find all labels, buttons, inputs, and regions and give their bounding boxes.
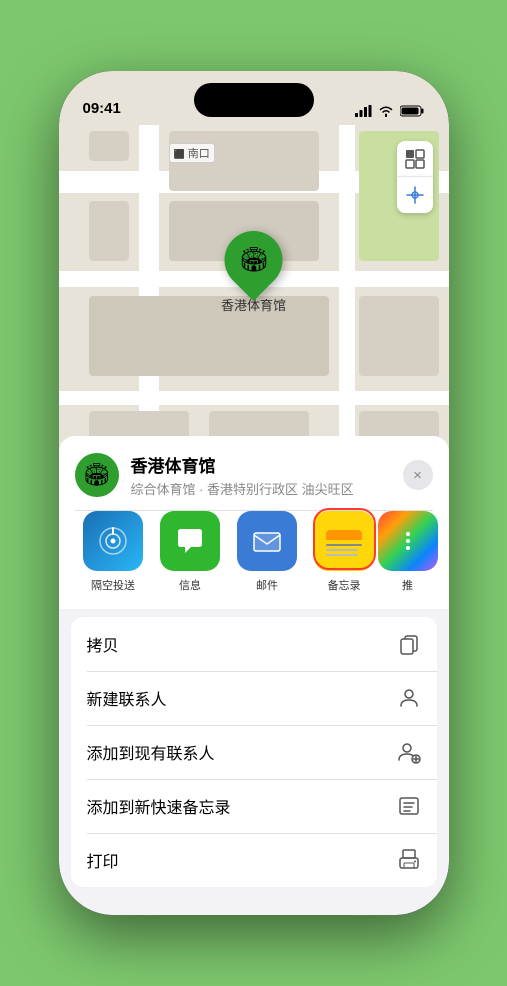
pin-circle: 🏟 xyxy=(212,219,294,301)
action-print-label: 打印 xyxy=(87,848,119,872)
action-quick-note[interactable]: 添加到新快速备忘录 xyxy=(71,779,437,833)
wifi-icon xyxy=(378,105,394,117)
bottom-sheet: 🏟 香港体育馆 综合体育馆 · 香港特别行政区 油尖旺区 × xyxy=(59,436,449,915)
share-item-mail[interactable]: 邮件 xyxy=(229,511,306,593)
dynamic-island xyxy=(194,83,314,117)
airdrop-label: 隔空投送 xyxy=(91,577,135,593)
share-row: 隔空投送 信息 xyxy=(75,511,433,609)
phone-frame: 09:41 xyxy=(59,71,449,915)
more-label: 推 xyxy=(402,577,413,593)
map-area: ⬛ 南口 xyxy=(59,71,449,491)
messages-icon xyxy=(160,511,220,571)
person-add-icon xyxy=(397,740,421,764)
share-item-more[interactable]: 推 xyxy=(383,511,433,593)
map-controls xyxy=(397,141,433,213)
action-print[interactable]: 打印 xyxy=(71,833,437,887)
person-icon xyxy=(397,686,421,710)
action-new-contact[interactable]: 新建联系人 xyxy=(71,671,437,725)
phone-screen: 09:41 xyxy=(59,71,449,915)
map-label-icon: ⬛ xyxy=(174,149,185,159)
location-button[interactable] xyxy=(397,177,433,213)
mail-icon xyxy=(237,511,297,571)
messages-label: 信息 xyxy=(179,577,201,593)
location-info: 香港体育馆 综合体育馆 · 香港特别行政区 油尖旺区 xyxy=(131,452,403,498)
action-new-contact-label: 新建联系人 xyxy=(87,686,167,710)
memo-icon xyxy=(397,794,421,818)
mail-label: 邮件 xyxy=(256,577,278,593)
battery-icon xyxy=(400,105,425,117)
location-pin: 🏟 香港体育馆 xyxy=(221,231,286,314)
signal-icon xyxy=(355,105,372,117)
action-add-contact-label: 添加到现有联系人 xyxy=(87,740,215,764)
map-view-button[interactable] xyxy=(397,141,433,177)
action-copy-label: 拷贝 xyxy=(87,632,119,656)
location-icon: 🏟 xyxy=(75,453,119,497)
more-dots xyxy=(406,532,410,550)
location-card: 🏟 香港体育馆 综合体育馆 · 香港特别行政区 油尖旺区 × xyxy=(59,436,449,609)
share-item-notes[interactable]: 备忘录 xyxy=(306,511,383,593)
action-add-contact[interactable]: 添加到现有联系人 xyxy=(71,725,437,779)
share-item-messages[interactable]: 信息 xyxy=(152,511,229,593)
action-list: 拷贝 新建联系人 xyxy=(71,617,437,887)
close-button[interactable]: × xyxy=(403,460,433,490)
notes-label: 备忘录 xyxy=(328,577,361,593)
map-label: ⬛ 南口 xyxy=(169,143,215,163)
share-item-airdrop[interactable]: 隔空投送 xyxy=(75,511,152,593)
location-subtitle: 综合体育馆 · 香港特别行政区 油尖旺区 xyxy=(131,479,403,498)
action-quick-note-label: 添加到新快速备忘录 xyxy=(87,794,231,818)
location-name: 香港体育馆 xyxy=(131,452,403,477)
more-icon xyxy=(378,511,438,571)
notes-icon xyxy=(314,511,374,571)
status-time: 09:41 xyxy=(83,100,121,119)
location-header: 🏟 香港体育馆 综合体育馆 · 香港特别行政区 油尖旺区 × xyxy=(75,452,433,498)
airdrop-icon xyxy=(83,511,143,571)
copy-icon xyxy=(397,632,421,656)
action-copy[interactable]: 拷贝 xyxy=(71,617,437,671)
print-icon xyxy=(397,848,421,872)
status-icons xyxy=(355,105,425,119)
